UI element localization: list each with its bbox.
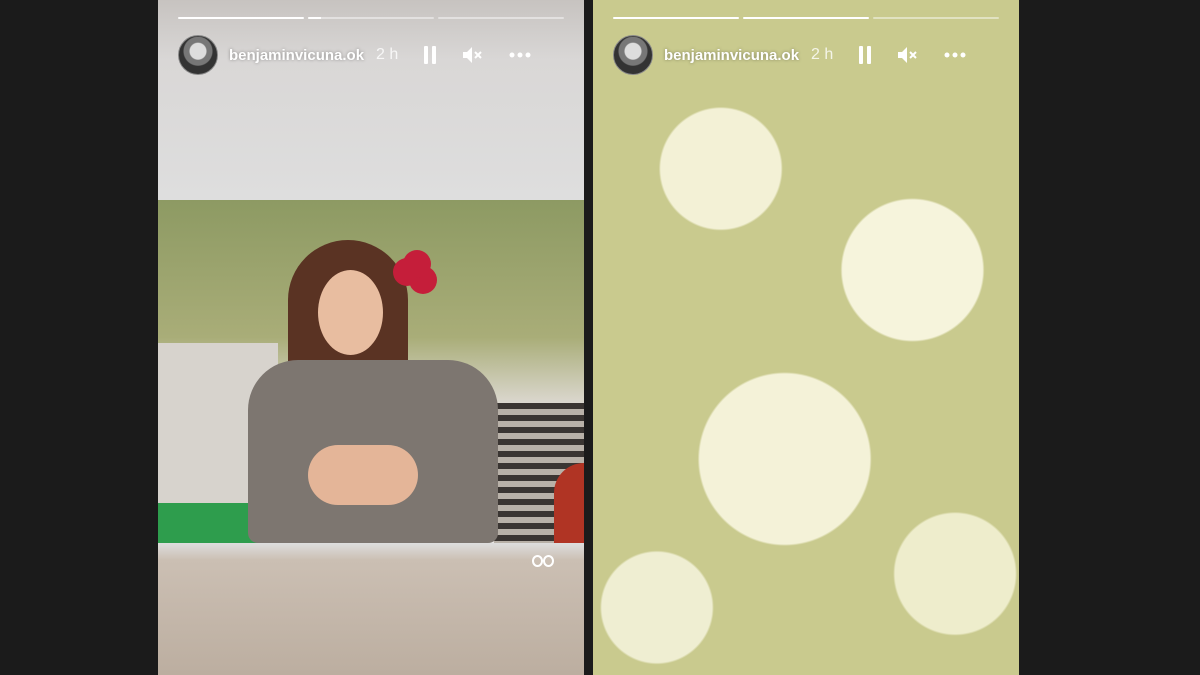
progress-fill xyxy=(743,17,869,19)
username[interactable]: benjaminvicuna.ok xyxy=(664,47,799,64)
progress-segment xyxy=(438,17,564,19)
username[interactable]: benjaminvicuna.ok xyxy=(229,47,364,64)
more-icon xyxy=(944,52,966,58)
story-progress-bar xyxy=(613,17,999,19)
story-panel-2[interactable]: benjaminvicuna.ok 2 h xyxy=(593,0,1019,675)
story-header: benjaminvicuna.ok 2 h xyxy=(613,34,999,76)
mute-button[interactable] xyxy=(895,43,919,67)
story-header: benjaminvicuna.ok 2 h xyxy=(178,34,564,76)
boomerang-indicator xyxy=(532,555,554,567)
pause-button[interactable] xyxy=(853,43,877,67)
story-panel-1[interactable]: benjaminvicuna.ok 2 h xyxy=(158,0,584,675)
progress-segment xyxy=(873,17,999,19)
avatar[interactable] xyxy=(613,35,653,75)
flower-headband xyxy=(403,250,431,278)
story-progress-bar xyxy=(178,17,564,19)
more-options-button[interactable] xyxy=(508,43,532,67)
pause-button[interactable] xyxy=(418,43,442,67)
post-time: 2 h xyxy=(376,46,399,63)
progress-fill xyxy=(308,17,321,19)
more-options-button[interactable] xyxy=(943,43,967,67)
pause-icon xyxy=(859,46,871,64)
post-time: 2 h xyxy=(811,46,834,63)
progress-segment xyxy=(308,17,434,19)
progress-fill xyxy=(613,17,739,19)
red-chair xyxy=(554,463,584,543)
pause-icon xyxy=(424,46,436,64)
mute-icon xyxy=(898,47,917,63)
mute-button[interactable] xyxy=(460,43,484,67)
child-figure xyxy=(228,230,498,543)
progress-segment xyxy=(178,17,304,19)
progress-segment xyxy=(743,17,869,19)
avatar[interactable] xyxy=(178,35,218,75)
story-photo xyxy=(158,200,584,543)
more-icon xyxy=(509,52,531,58)
child-face xyxy=(318,270,383,355)
progress-fill xyxy=(178,17,304,19)
boomerang-icon xyxy=(532,555,554,567)
mute-icon xyxy=(463,47,482,63)
progress-segment xyxy=(613,17,739,19)
child-knees xyxy=(308,445,418,505)
